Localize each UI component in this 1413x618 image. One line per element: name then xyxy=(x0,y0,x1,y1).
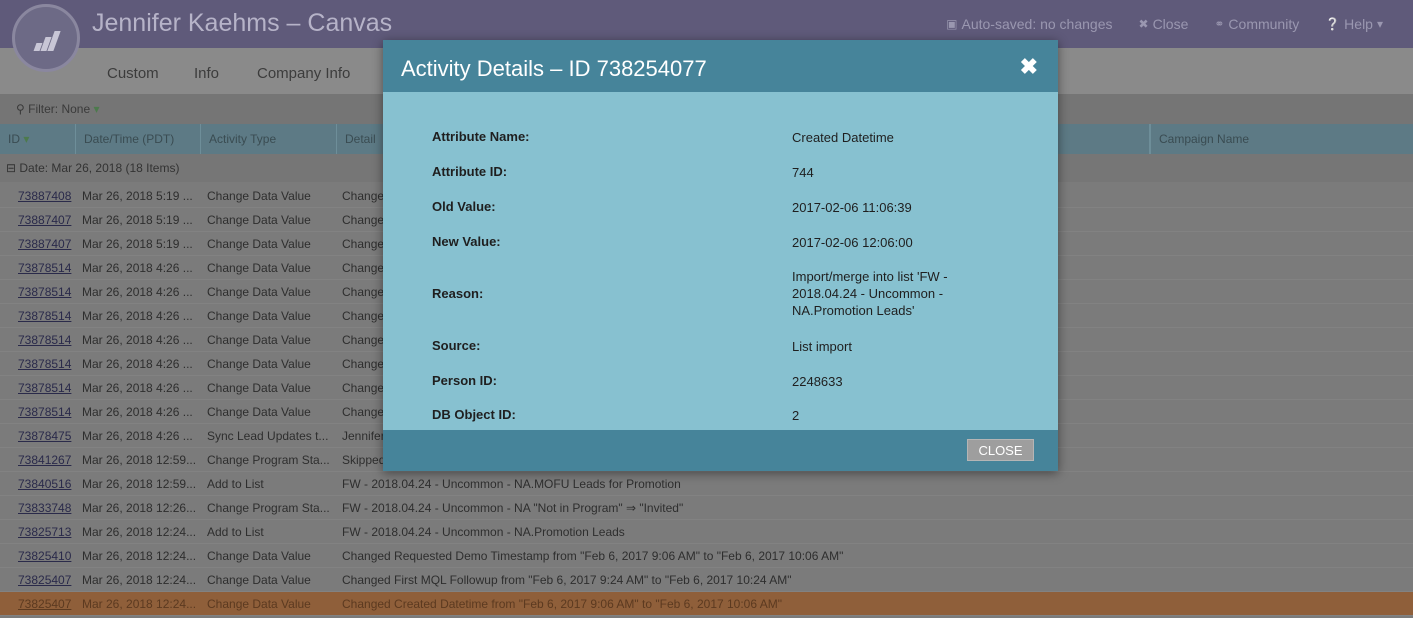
modal-overlay: Activity Details – ID 738254077 ✖ Attrib… xyxy=(0,0,1413,618)
attribute-value: Import/merge into list 'FW - 2018.04.24 … xyxy=(792,269,948,318)
logo-bars-icon xyxy=(33,27,63,51)
attribute-key: Attribute ID: xyxy=(432,164,508,179)
attribute-value: 744 xyxy=(792,165,814,180)
attribute-value: 2017-02-06 12:06:00 xyxy=(792,235,913,250)
close-button[interactable]: CLOSE xyxy=(967,439,1034,461)
attribute-key: Attribute Name: xyxy=(432,129,530,144)
attribute-value: 2 xyxy=(792,408,800,423)
close-icon[interactable]: ✖ xyxy=(1020,54,1038,80)
dialog-header: Activity Details – ID 738254077 ✖ xyxy=(383,40,1058,92)
attribute-key: Source: xyxy=(432,338,481,353)
attribute-key: Person ID: xyxy=(432,373,498,388)
activity-details-dialog: Activity Details – ID 738254077 ✖ Attrib… xyxy=(383,40,1058,471)
attribute-key: New Value: xyxy=(432,234,501,249)
attribute-key: Reason: xyxy=(432,286,484,301)
attribute-value: Created Datetime xyxy=(792,130,894,145)
app-window: Jennifer Kaehms – Canvas ▣ Auto-saved: no… xyxy=(0,0,1413,618)
marketo-logo[interactable] xyxy=(12,4,80,72)
attribute-value: List import xyxy=(792,339,852,354)
attribute-value: 2248633 xyxy=(792,374,843,389)
dialog-title: Activity Details – ID 738254077 xyxy=(401,56,707,81)
attribute-value: 2017-02-06 11:06:39 xyxy=(792,200,912,215)
dialog-footer: CLOSE xyxy=(383,430,1058,471)
attribute-key: DB Object ID: xyxy=(432,407,516,422)
attribute-key: Old Value: xyxy=(432,199,496,214)
